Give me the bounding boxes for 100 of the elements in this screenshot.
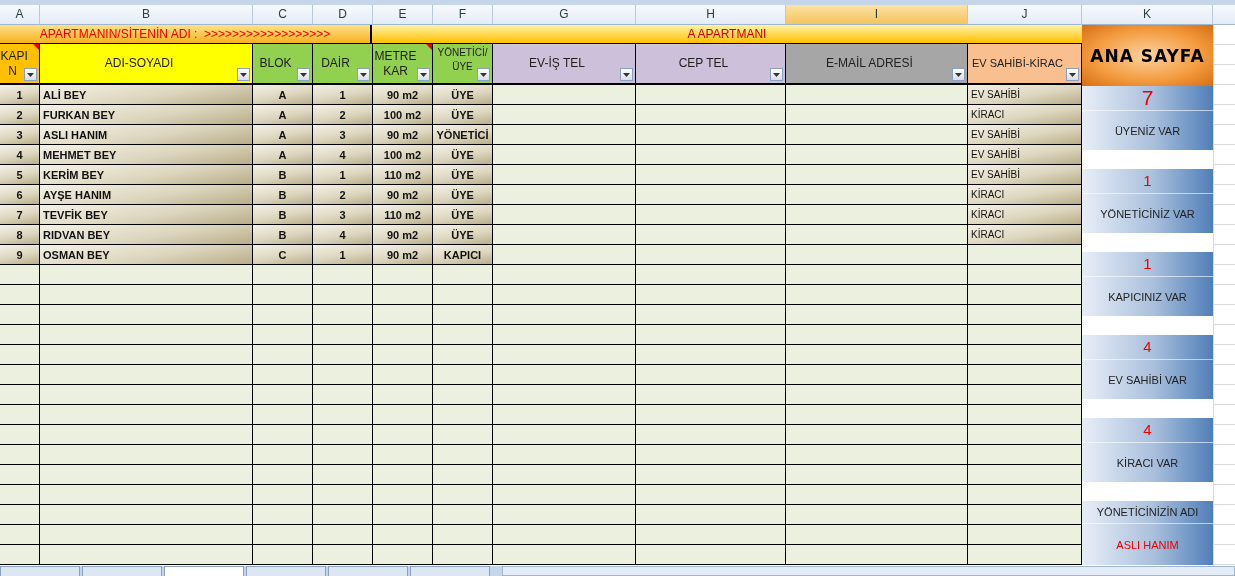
table-cell: KİRACI <box>968 225 1082 245</box>
home-button[interactable]: ANA SAYFA <box>1082 25 1213 86</box>
column-header[interactable]: K <box>1082 5 1213 25</box>
table-cell: AYŞE HANIM <box>40 185 253 205</box>
table-cell: ALİ BEY <box>40 85 253 105</box>
table-cell: 3 <box>313 205 373 225</box>
table-cell: 7 <box>0 205 40 225</box>
caret-icon <box>772 71 781 78</box>
count-text: 7 <box>1140 86 1155 110</box>
filter-dropdown-button[interactable] <box>357 68 370 81</box>
table-cell: RIDVAN BEY <box>40 225 253 245</box>
table-cell: EV SAHİBİ <box>968 145 1082 165</box>
heading-text: YÖNETİCİ/ ÜYE <box>436 46 489 74</box>
table-cell: 2 <box>0 105 40 125</box>
table-cell: 4 <box>313 225 373 245</box>
filter-dropdown-button[interactable] <box>24 68 37 81</box>
table-cell: ÜYE <box>433 165 493 185</box>
table-cell: A <box>253 125 313 145</box>
caret-icon <box>26 71 35 78</box>
filter-dropdown-button[interactable] <box>620 68 633 81</box>
caret-icon <box>1068 71 1077 78</box>
table-cell: ÜYE <box>433 85 493 105</box>
column-header[interactable]: F <box>433 5 493 25</box>
table-cell: ASLI HANIM <box>40 125 253 145</box>
filter-dropdown-button[interactable] <box>417 68 430 81</box>
caret-icon <box>622 71 631 78</box>
filter-dropdown-button[interactable] <box>770 68 783 81</box>
table-cell: MEHMET BEY <box>40 145 253 165</box>
table-cell: 1 <box>313 85 373 105</box>
column-header[interactable]: J <box>968 5 1082 25</box>
table-cell: 90 m2 <box>373 225 433 245</box>
heading-text: E-MAİL ADRESİ <box>826 56 913 71</box>
column-header[interactable]: B <box>40 5 253 25</box>
table-cell: FURKAN BEY <box>40 105 253 125</box>
table-cell: KİRACI <box>968 185 1082 205</box>
caret-icon <box>954 71 963 78</box>
column-header[interactable]: D <box>313 5 373 25</box>
table-cell: KİRACI <box>968 205 1082 225</box>
column-header[interactable]: C <box>253 5 313 25</box>
caret-icon <box>359 71 368 78</box>
table-cell: EV SAHİBİ <box>968 85 1082 105</box>
table-cell: KAPICI <box>433 245 493 265</box>
table-cell: 1 <box>313 165 373 185</box>
table-cell: 90 m2 <box>373 185 433 205</box>
table-cell: 4 <box>0 145 40 165</box>
column-header[interactable]: A <box>0 5 40 25</box>
summary-button[interactable]: 4 EV SAHİBİ VAR <box>1082 335 1213 399</box>
caret-icon <box>299 71 308 78</box>
column-header[interactable]: H <box>636 5 786 25</box>
table-cell: 110 m2 <box>373 165 433 185</box>
count-text: 4 <box>1142 420 1153 440</box>
horizontal-scrollbar[interactable] <box>502 566 1235 576</box>
summary-button[interactable]: 7 ÜYENİZ VAR <box>1082 86 1213 150</box>
column-header[interactable]: G <box>493 5 636 25</box>
table-cell: OSMAN BEY <box>40 245 253 265</box>
heading-text: EV-İŞ TEL <box>529 56 585 71</box>
table-cell: ÜYE <box>433 205 493 225</box>
table-cell: 100 m2 <box>373 105 433 125</box>
count-text: 4 <box>1142 337 1153 357</box>
table-cell: 8 <box>0 225 40 245</box>
column-header[interactable]: I <box>786 5 968 25</box>
table-cell: KİRACI <box>968 105 1082 125</box>
heading-text: METRE KAR <box>373 48 418 79</box>
summary-label: YÖNETİCİNİZİN ADI <box>1095 505 1200 520</box>
table-cell: 110 m2 <box>373 205 433 225</box>
summary-button[interactable]: 1 KAPICINIZ VAR <box>1082 252 1213 316</box>
table-cell: 2 <box>313 105 373 125</box>
table-cell: 90 m2 <box>373 125 433 145</box>
table-cell: 4 <box>313 145 373 165</box>
table-cell: 9 <box>0 245 40 265</box>
count-text: 1 <box>1142 254 1153 274</box>
summary-button[interactable]: 1 YÖNETİCİNİZ VAR <box>1082 169 1213 233</box>
table-cell: 90 m2 <box>373 245 433 265</box>
table-cell: 3 <box>0 125 40 145</box>
filter-dropdown-button[interactable] <box>297 68 310 81</box>
table-cell: B <box>253 165 313 185</box>
table-cell: ÜYE <box>433 185 493 205</box>
caret-icon <box>419 71 428 78</box>
manager-name-button[interactable]: YÖNETİCİNİZİN ADI ASLI HANIM <box>1082 501 1213 565</box>
building-name-label: APARTMANIN/SİTENİN ADI : >>>>>>>>>>>>>>>>>> <box>0 25 372 43</box>
column-header[interactable]: E <box>373 5 433 25</box>
table-cell: YÖNETİCİ <box>433 125 493 145</box>
table-cell: 5 <box>0 165 40 185</box>
table-cell: 1 <box>0 85 40 105</box>
building-name-value: A APARTMANI <box>372 25 1082 43</box>
filter-dropdown-button[interactable] <box>477 68 490 81</box>
count-text: 1 <box>1142 171 1153 191</box>
table-cell: B <box>253 225 313 245</box>
table-cell: B <box>253 185 313 205</box>
sheet-tab[interactable] <box>164 566 244 576</box>
summary-button[interactable]: 4 KİRACI VAR <box>1082 418 1213 482</box>
heading-text: DAİR <box>321 56 350 71</box>
filter-dropdown-button[interactable] <box>237 68 250 81</box>
table-cell: KERİM BEY <box>40 165 253 185</box>
filter-dropdown-button[interactable] <box>1066 68 1079 81</box>
table-cell: EV SAHİBİ <box>968 125 1082 145</box>
heading-text: BLOK <box>259 56 292 71</box>
filter-dropdown-button[interactable] <box>952 68 965 81</box>
heading-text: KAPI N <box>0 48 25 79</box>
heading-text: ADI-SOYADI <box>104 56 174 71</box>
